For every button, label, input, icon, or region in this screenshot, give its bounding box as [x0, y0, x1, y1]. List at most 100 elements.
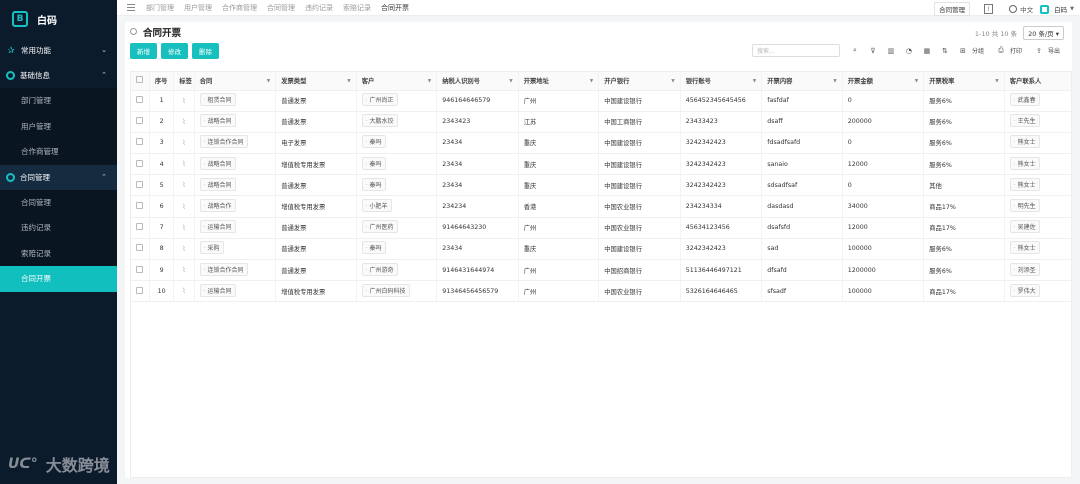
cell-customer[interactable]: 广州尚正 — [356, 90, 438, 112]
cell-contact[interactable]: 熊女士 — [1004, 132, 1071, 155]
contract-chip[interactable]: 运输合同 — [199, 283, 236, 297]
contact-chip[interactable]: 吴建佐 — [1009, 220, 1040, 234]
row-checkbox[interactable] — [131, 217, 150, 239]
tab-claim-records[interactable]: 索赔记录 — [343, 3, 371, 13]
sort-icon[interactable]: ▼ — [671, 79, 674, 84]
contact-chip[interactable]: 刘添圣 — [1009, 262, 1040, 276]
row-checkbox[interactable] — [131, 111, 150, 133]
column-header[interactable]: 客户 ▼ — [356, 72, 438, 91]
tab-contract-manage[interactable]: 合同管理 — [267, 3, 295, 13]
cell-contact[interactable]: 熊女士 — [1004, 174, 1071, 197]
cell-contract[interactable]: 租赁合同 — [194, 90, 277, 112]
customer-chip[interactable]: 广州医药 — [361, 220, 398, 234]
paperclip-icon[interactable]: ⌇ — [182, 224, 185, 232]
row-checkbox[interactable] — [131, 238, 150, 261]
column-header[interactable]: 银行账号 ▼ — [680, 72, 763, 91]
customer-chip[interactable]: 秦吗 — [361, 177, 386, 191]
group-button[interactable]: 分组 — [972, 46, 984, 55]
sidebar-item-breach-records[interactable]: 违约记录 — [0, 215, 117, 241]
paperclip-icon[interactable]: ⌇ — [182, 266, 185, 274]
sidebar-item-partners[interactable]: 合作商管理 — [0, 139, 117, 165]
contract-manage-button[interactable]: 合同管理 — [934, 2, 971, 16]
cell-contract[interactable]: 运输合同 — [194, 217, 277, 239]
cell-contact[interactable]: 罗伟大 — [1004, 280, 1071, 303]
row-checkbox[interactable] — [131, 153, 150, 176]
paperclip-icon[interactable]: ⌇ — [182, 97, 185, 105]
bar-chart-icon[interactable]: ▥ — [887, 47, 895, 55]
row-checkbox[interactable] — [131, 195, 150, 218]
paperclip-icon[interactable]: ⌇ — [182, 118, 185, 126]
contract-chip[interactable]: 战略合同 — [199, 114, 236, 128]
table-row[interactable]: 8 ⌇ 采购 普通发票秦吗 23434重庆中国建设银行3242342423sad1000… — [131, 238, 1071, 261]
cell-contact[interactable]: 刘添圣 — [1004, 259, 1071, 282]
row-checkbox[interactable] — [131, 174, 150, 197]
app-logo[interactable]: B 白码 — [0, 0, 117, 38]
paperclip-icon[interactable]: ⌇ — [182, 181, 185, 189]
column-header[interactable]: 发票类型 ▼ — [275, 72, 357, 91]
customer-chip[interactable]: 广州白码科技 — [361, 283, 410, 297]
contract-chip[interactable]: 运输合同 — [199, 220, 236, 234]
sort-icon[interactable]: ⇅ — [941, 47, 949, 55]
sort-icon[interactable]: ▼ — [915, 79, 918, 84]
language-switch[interactable]: 中文 — [1009, 4, 1033, 14]
paperclip-icon[interactable]: ⌇ — [182, 139, 185, 147]
column-header[interactable]: 合同 ▼ — [194, 72, 277, 91]
cell-customer[interactable]: 秦吗 — [356, 132, 438, 155]
menu-group-basic-info[interactable]: 基础信息 ⌃ — [0, 63, 117, 88]
filter-icon[interactable]: ⊽ — [869, 47, 877, 55]
column-header[interactable]: 开票内容 ▼ — [761, 72, 843, 91]
table-row[interactable]: 6 ⌇ 战略合作 增值税专用发票小肥羊 234234香港中国农业银行234234334d… — [131, 195, 1071, 218]
customer-chip[interactable]: 秦吗 — [361, 135, 386, 149]
contract-chip[interactable]: 战略合作 — [199, 199, 236, 213]
contact-chip[interactable]: 明先生 — [1009, 199, 1040, 213]
row-tag-cell[interactable]: ⌇ — [173, 174, 195, 197]
table-row[interactable]: 5 ⌇ 战略合同 普通发票秦吗 23434重庆中国建设银行3242342423sdsad… — [131, 174, 1071, 197]
sidebar-item-users[interactable]: 用户管理 — [0, 114, 117, 140]
sort-icon[interactable]: ▼ — [833, 79, 836, 84]
table-row[interactable]: 1 ⌇ 租赁合同 普通发票广州尚正 946164646579广州中国建设银行456452… — [131, 90, 1071, 112]
table-row[interactable]: 2 ⌇ 战略合同 普通发票大鹏水饺 2343423江苏中国工商银行23433423dsa… — [131, 111, 1071, 133]
column-header[interactable]: 开户银行 ▼ — [598, 72, 681, 91]
sort-icon[interactable]: ▼ — [347, 79, 350, 84]
page-size-select[interactable]: 20 条/页 ▾ — [1023, 26, 1064, 40]
cell-customer[interactable]: 秦吗 — [356, 174, 438, 197]
paperclip-icon[interactable]: ⌇ — [182, 160, 185, 168]
column-header[interactable]: 客户联系人▼ — [1004, 72, 1071, 91]
table-row[interactable]: 3 ⌇ 连锁合作合同 电子发票秦吗 23434重庆中国建设银行3242342423fds… — [131, 132, 1071, 155]
row-checkbox[interactable] — [131, 132, 150, 155]
refresh-icon[interactable] — [130, 28, 137, 35]
sidebar-item-department[interactable]: 部门管理 — [0, 88, 117, 114]
contract-chip[interactable]: 采购 — [199, 241, 224, 255]
cell-contract[interactable]: 战略合作 — [194, 195, 277, 218]
sort-icon[interactable]: ▼ — [753, 79, 756, 84]
sort-icon[interactable]: ▼ — [995, 79, 998, 84]
row-tag-cell[interactable]: ⌇ — [173, 238, 195, 261]
row-checkbox[interactable] — [131, 90, 150, 112]
row-tag-cell[interactable]: ⌇ — [173, 195, 195, 218]
menu-toggle-icon[interactable] — [127, 4, 135, 11]
table-row[interactable]: 4 ⌇ 战略合同 增值税专用发票秦吗 23434重庆中国建设银行3242342423sa… — [131, 153, 1071, 176]
tab-breach-records[interactable]: 违约记录 — [305, 3, 333, 13]
cell-customer[interactable]: 广州白码科技 — [356, 280, 438, 303]
customer-chip[interactable]: 广州游奇 — [361, 262, 398, 276]
column-header[interactable]: 纳税人识别号 ▼ — [436, 72, 519, 91]
cell-contact[interactable]: 武鑫春 — [1004, 90, 1071, 112]
cell-contact[interactable]: 明先生 — [1004, 195, 1071, 218]
sidebar-item-contract-manage[interactable]: 合同管理 — [0, 190, 117, 216]
sort-icon[interactable]: ▼ — [267, 79, 270, 84]
delete-button[interactable]: 删除 — [192, 43, 219, 59]
document-icon[interactable]: ! — [984, 4, 994, 14]
contract-chip[interactable]: 连锁合作合同 — [199, 262, 248, 276]
customer-chip[interactable]: 秦吗 — [361, 156, 386, 170]
column-header[interactable]: 开票地址 ▼ — [518, 72, 600, 91]
print-button[interactable]: 打印 — [1010, 46, 1022, 55]
cell-customer[interactable]: 广州医药 — [356, 217, 438, 239]
cell-customer[interactable]: 秦吗 — [356, 238, 438, 261]
cell-contract[interactable]: 战略合同 — [194, 174, 277, 197]
tab-department[interactable]: 部门管理 — [146, 3, 174, 13]
contact-chip[interactable]: 熊女士 — [1009, 135, 1040, 149]
user-avatar[interactable] — [1040, 4, 1050, 14]
table-row[interactable]: 7 ⌇ 运输合同 普通发票广州医药 91464643230广州中国农业银行4563412… — [131, 217, 1071, 239]
search-icon[interactable]: ⌕ — [851, 46, 859, 55]
contact-chip[interactable]: 王先生 — [1009, 114, 1040, 128]
